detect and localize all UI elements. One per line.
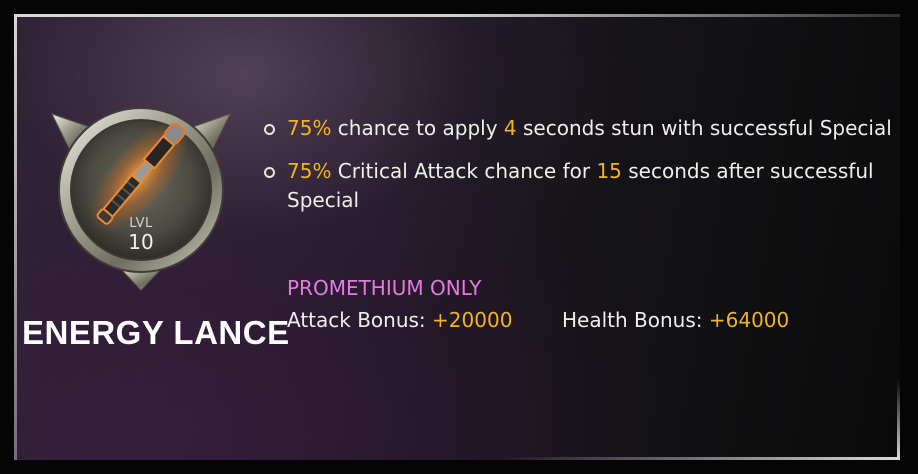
health-bonus-label: Health Bonus: [562,308,709,332]
card-border-right [897,380,900,460]
effect-text: chance to apply [331,116,504,140]
card-border-bottom [500,457,900,460]
effect-value: 4 [503,116,517,140]
effect-value: 15 [596,159,622,183]
badge-frame-icon [51,107,231,291]
attack-bonus-label: Attack Bonus: [287,308,433,332]
attack-bonus: Attack Bonus: +20000 [287,308,512,332]
card-border-top [14,14,900,17]
bullet-circle-icon [264,167,275,178]
health-bonus-value: +64000 [708,308,790,332]
effect-text: seconds stun with successful Special [516,116,892,140]
effect-item: 75% Critical Attack chance for 15 second… [262,157,892,215]
effects-list: 75% chance to apply 4 seconds stun with … [262,114,892,229]
health-bonus: Health Bonus: +64000 [562,308,789,332]
level-label: LVL [129,216,153,231]
bullet-circle-icon [264,124,275,135]
item-level-badge: LVL 10 [48,96,234,292]
effect-item: 75% chance to apply 4 seconds stun with … [262,114,892,143]
promethium-title: PROMETHIUM ONLY [287,276,482,300]
level-value: 10 [128,230,154,254]
item-name: ENERGY LANCE [22,314,290,351]
effect-text: Critical Attack chance for [331,159,597,183]
card-border-left [14,14,17,460]
attack-bonus-value: +20000 [432,308,513,332]
effect-value: 75% [287,116,332,140]
effect-value: 75% [287,159,332,183]
